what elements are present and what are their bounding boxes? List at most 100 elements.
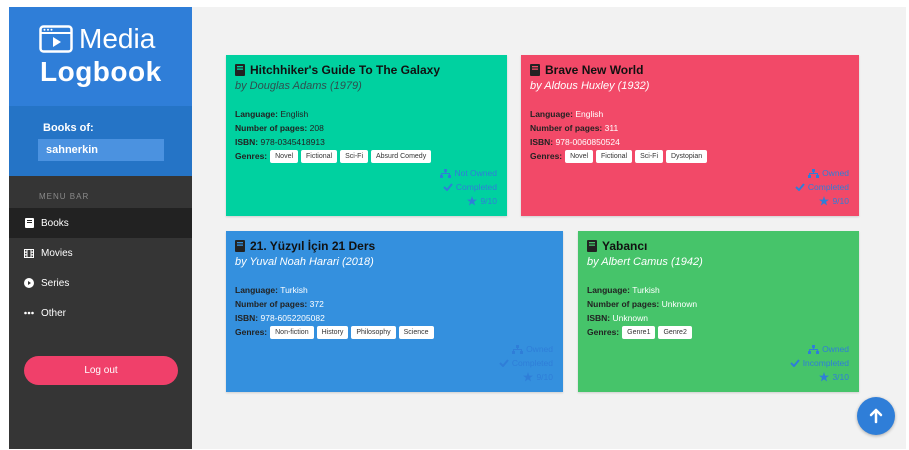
check-icon: [789, 359, 800, 367]
book-author: by Yuval Noah Harari (2018): [235, 256, 374, 268]
genres-row: Genres: Novel Fictional Sci-Fi Absurd Co…: [235, 149, 498, 163]
check-icon: [499, 359, 509, 367]
genre-tag: Novel: [565, 149, 594, 163]
brand-word-media: Media: [79, 23, 156, 54]
book-title: Yabancı: [602, 239, 648, 253]
book-card[interactable]: Brave New World by Aldous Huxley (1932) …: [521, 55, 859, 216]
sidebar: Media Logbook Books of: sahnerkin MENU B…: [9, 7, 192, 449]
language-label: Language:: [587, 285, 630, 295]
isbn-label: ISBN:: [587, 313, 611, 323]
nav-item-books[interactable]: Books: [9, 208, 192, 238]
book-icon: [587, 240, 597, 252]
book-title-row: Yabancı: [587, 239, 850, 253]
nav-item-movies[interactable]: Movies: [9, 238, 192, 268]
genre-tag: Science: [398, 325, 434, 339]
nav-item-label: Series: [41, 277, 70, 289]
book-card[interactable]: Hitchhiker's Guide To The Galaxy by Doug…: [226, 55, 507, 216]
genre-tag: Absurd Comedy: [371, 149, 432, 163]
book-title-row: Brave New World: [530, 63, 850, 77]
username-field[interactable]: sahnerkin: [38, 139, 164, 161]
rating-text: 9/10: [832, 196, 849, 206]
menu-bar-label: MENU BAR: [39, 192, 90, 201]
pages-value: 311: [604, 123, 619, 133]
isbn-value: 978-0345418913: [260, 137, 325, 147]
isbn-value: 978-6052205082: [260, 313, 325, 323]
book-title-row: 21. Yüzyıl İçin 21 Ders: [235, 239, 554, 253]
film-icon: [24, 248, 34, 258]
nav-item-label: Books: [41, 217, 69, 229]
book-author: by Douglas Adams (1979): [235, 80, 362, 92]
book-title: Brave New World: [545, 63, 644, 77]
brand-header: Media Logbook: [9, 7, 192, 106]
rating: 3/10: [819, 372, 849, 382]
completed-status: Completed: [499, 358, 553, 368]
nav-item-label: Movies: [41, 247, 73, 259]
isbn-label: ISBN:: [530, 137, 554, 147]
pages-label: Number of pages:: [235, 299, 308, 309]
genres-row: Genres: Genre1 Genre2: [587, 325, 850, 339]
owned-text: Owned: [822, 168, 849, 178]
owned-text: Owned: [526, 344, 553, 354]
completed-text: Incompleted: [802, 358, 849, 368]
book-card[interactable]: 21. Yüzyıl İçin 21 Ders by Yuval Noah Ha…: [226, 231, 563, 392]
isbn-value: 978-0060850524: [555, 137, 620, 147]
pages-value: 372: [309, 299, 324, 309]
scroll-to-top-button[interactable]: [857, 397, 895, 435]
star-icon: [819, 196, 830, 206]
completed-status: Completed: [795, 182, 849, 192]
isbn-label: ISBN:: [235, 313, 259, 323]
owned-status: Owned: [512, 344, 553, 354]
genres-row: Genres: Novel Fictional Sci-Fi Dystopian: [530, 149, 850, 163]
book-title-row: Hitchhiker's Guide To The Galaxy: [235, 63, 498, 77]
media-player-icon: [39, 25, 73, 53]
language-value: Turkish: [632, 285, 660, 295]
star-icon: [523, 372, 534, 382]
rating: 9/10: [467, 196, 497, 206]
check-icon: [795, 183, 805, 191]
pages-label: Number of pages:: [587, 299, 660, 309]
genre-tag: History: [316, 325, 349, 339]
completed-status: Incompleted: [789, 358, 849, 368]
sitemap-icon: [808, 344, 820, 354]
genre-tag: Genre1: [622, 325, 656, 339]
genre-tag: Fictional: [596, 149, 633, 163]
book-meta: Language: English Number of pages: 311 I…: [530, 107, 850, 163]
check-icon: [443, 183, 453, 191]
pages-label: Number of pages:: [235, 123, 308, 133]
ellipsis-icon: [24, 308, 34, 318]
genres-label: Genres:: [530, 151, 563, 161]
isbn-label: ISBN:: [235, 137, 259, 147]
book-title: Hitchhiker's Guide To The Galaxy: [250, 63, 441, 77]
pages-value: Unknown: [661, 299, 698, 309]
rating-text: 3/10: [832, 372, 849, 382]
owned-text: Not Owned: [454, 168, 497, 178]
genre-tag: Genre2: [658, 325, 692, 339]
language-value: English: [575, 109, 604, 119]
nav-item-label: Other: [41, 307, 67, 319]
genre-tag: Fictional: [301, 149, 338, 163]
book-icon: [530, 64, 540, 76]
book-meta: Language: Turkish Number of pages: 372 I…: [235, 283, 554, 339]
rating-text: 9/10: [480, 196, 497, 206]
genres-row: Genres: Non-fiction History Philosophy S…: [235, 325, 554, 339]
rating: 9/10: [523, 372, 553, 382]
rating-text: 9/10: [536, 372, 553, 382]
owned-text: Owned: [822, 344, 849, 354]
genre-tag: Novel: [270, 149, 299, 163]
genres-label: Genres:: [235, 151, 268, 161]
book-card[interactable]: Yabancı by Albert Camus (1942) Language:…: [578, 231, 859, 392]
nav-item-other[interactable]: Other: [9, 298, 192, 328]
book-meta: Language: English Number of pages: 208 I…: [235, 107, 498, 163]
logout-button[interactable]: Log out: [24, 356, 178, 385]
language-value: English: [280, 109, 309, 119]
language-label: Language:: [235, 109, 278, 119]
completed-text: Completed: [807, 182, 849, 192]
completed-status: Completed: [443, 182, 497, 192]
book-author: by Aldous Huxley (1932): [530, 80, 650, 92]
book-icon: [235, 64, 245, 76]
book-meta: Language: Turkish Number of pages: Unkno…: [587, 283, 850, 339]
nav-item-series[interactable]: Series: [9, 268, 192, 298]
isbn-value: Unknown: [612, 313, 648, 323]
star-icon: [467, 196, 478, 206]
rating: 9/10: [819, 196, 849, 206]
